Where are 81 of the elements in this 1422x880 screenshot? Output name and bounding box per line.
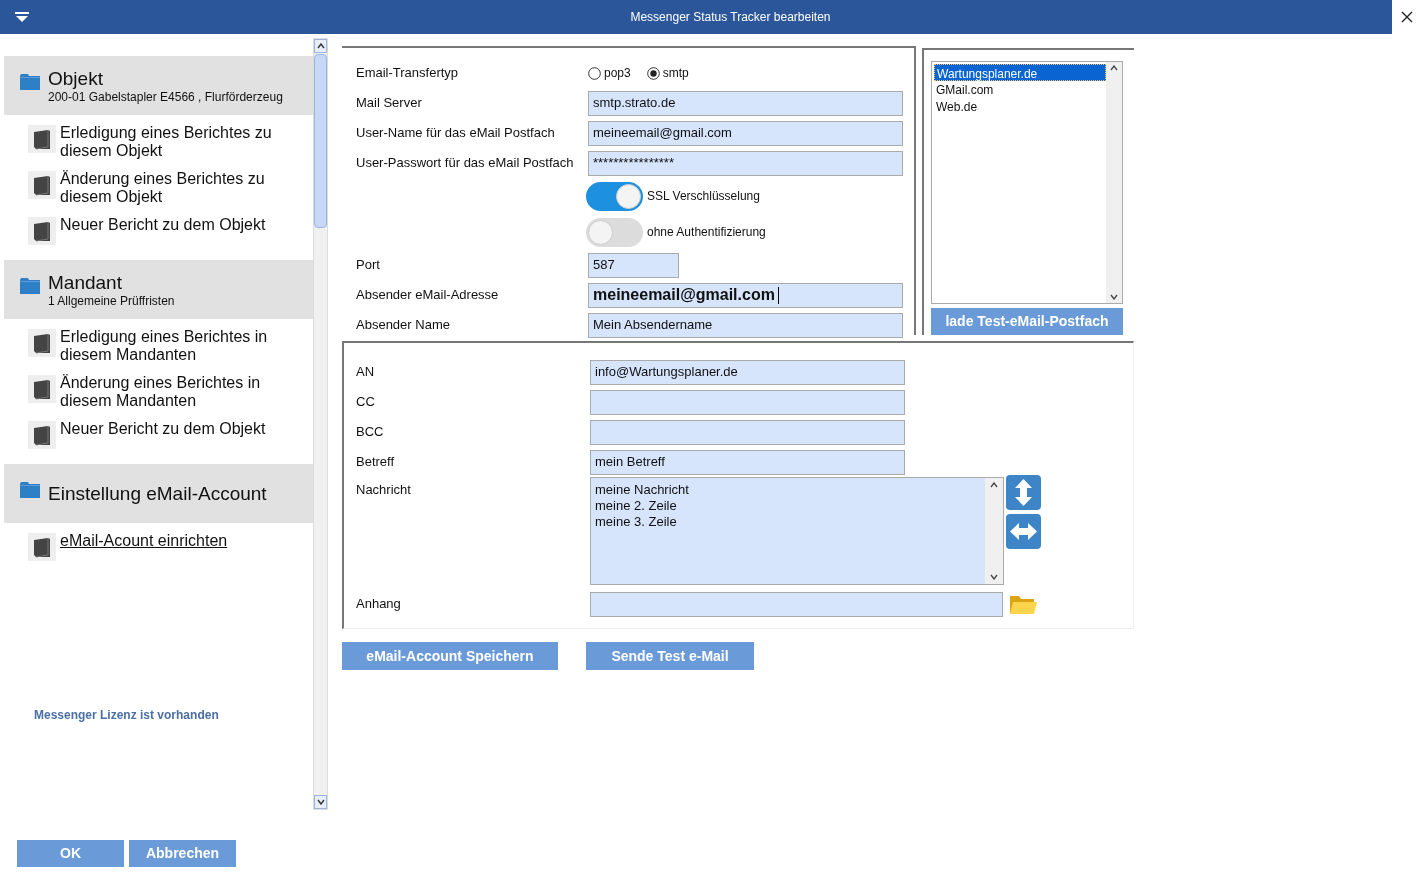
book-icon <box>28 171 56 199</box>
close-icon <box>1401 11 1413 23</box>
input-field[interactable]: meineemail@gmail.com <box>588 282 903 308</box>
scrollbar-thumb[interactable] <box>314 54 327 228</box>
list-item[interactable]: GMail.com <box>934 81 1106 98</box>
vertical-arrow-icon <box>1015 479 1032 506</box>
list-item[interactable]: Web.de <box>934 98 1106 115</box>
toggle-label: ohne Authentifizierung <box>647 224 766 241</box>
menu-item[interactable]: Erledigung eines Berichtes zu diesem Objekt <box>60 124 290 160</box>
input-field[interactable]: smtp.strato.de <box>588 90 903 116</box>
field-label: AN <box>356 364 375 380</box>
input-field[interactable] <box>590 389 905 415</box>
radio-button[interactable]: smtp <box>646 64 689 82</box>
input-field[interactable]: mein Betreff <box>590 449 905 475</box>
section-subtitle: 1 Allgemeine Prüffristen <box>48 293 175 308</box>
book-icon <box>28 421 56 449</box>
menu-item[interactable]: Änderung eines Berichtes zu diesem Objekt <box>60 170 290 206</box>
expand-vertical-button[interactable] <box>1006 475 1041 510</box>
input-field[interactable]: 587 <box>588 252 679 278</box>
radio-icon[interactable] <box>646 66 660 80</box>
menu-item[interactable]: Änderung eines Berichtes in diesem Mandanten <box>60 374 290 410</box>
folder-icon <box>20 482 40 498</box>
scrollbar[interactable] <box>313 38 328 810</box>
field-label: Anhang <box>356 596 401 612</box>
toggle-switch[interactable] <box>586 181 643 211</box>
folder-icon <box>20 74 40 90</box>
close-button[interactable] <box>1392 0 1422 34</box>
toggle-switch[interactable] <box>586 217 643 247</box>
book-icon <box>28 329 56 357</box>
section-header[interactable]: Objekt 200-01 Gabelstapler E4566 , Flurförderzeug <box>4 56 313 115</box>
scroll-up-icon[interactable] <box>316 43 325 49</box>
field-label: CC <box>356 394 375 410</box>
radio-icon[interactable] <box>588 66 601 80</box>
field-label: Mail Server <box>356 95 422 111</box>
book-icon <box>28 375 56 403</box>
book-icon <box>28 533 56 561</box>
section-title: Einstellung eMail-Account <box>48 482 267 505</box>
book-icon <box>28 125 56 153</box>
text-cursor <box>777 286 779 304</box>
horizontal-arrow-icon <box>1010 523 1037 540</box>
section-subtitle: 200-01 Gabelstapler E4566 , Flurförderzeug <box>48 89 283 104</box>
scroll-down-icon[interactable] <box>1110 294 1118 300</box>
field-label: User-Name für das eMail Postfach <box>356 125 555 141</box>
input-field[interactable] <box>590 591 1003 617</box>
scroll-up-icon[interactable] <box>1110 65 1118 71</box>
field-label: Betreff <box>356 454 395 470</box>
scroll-down-icon[interactable] <box>990 574 998 580</box>
message-field[interactable]: meine Nachricht meine 2. Zeile meine 3. Zeile <box>590 477 1004 585</box>
field-label: Absender Name <box>356 317 450 333</box>
field-label: Absender eMail-Adresse <box>356 287 499 303</box>
input-field[interactable]: **************** <box>588 150 903 176</box>
window-title: Messenger Status Tracker bearbeiten <box>630 9 831 26</box>
folder-icon <box>20 278 40 294</box>
section-title: Mandant <box>48 271 123 294</box>
dropdown-icon[interactable] <box>15 12 29 22</box>
field-label: Port <box>356 257 380 273</box>
section-header[interactable]: Mandant 1 Allgemeine Prüffristen <box>4 260 313 319</box>
field-label: BCC <box>356 424 384 440</box>
field-label: Email-Transfertyp <box>356 65 459 81</box>
scroll-down-icon[interactable] <box>316 799 325 805</box>
setup-link[interactable]: eMail-Acount einrichten <box>60 532 290 561</box>
menu-item[interactable]: Neuer Bericht zu dem Objekt <box>60 420 290 449</box>
input-field[interactable]: meineemail@gmail.com <box>588 120 903 146</box>
scroll-up-icon[interactable] <box>990 482 998 488</box>
field-label: Nachricht <box>356 482 411 497</box>
radio-button[interactable]: pop3 <box>588 64 631 82</box>
input-field[interactable] <box>590 419 905 445</box>
folder-icon[interactable] <box>1009 593 1037 615</box>
menu-item[interactable]: Erledigung eines Berichtes in diesem Mandanten <box>60 328 290 364</box>
license-note: Messenger Lizenz ist vorhanden <box>34 707 219 724</box>
field-label: User-Passwort für das eMail Postfach <box>356 155 574 171</box>
provider-list[interactable]: Wartungsplaner.de GMail.com Web.de <box>931 61 1123 304</box>
input-field[interactable]: Mein Absendername <box>588 312 903 338</box>
section-header[interactable]: Einstellung eMail-Account <box>4 464 313 523</box>
section-title: Objekt <box>48 67 104 90</box>
expand-horizontal-button[interactable] <box>1006 514 1041 549</box>
list-item[interactable]: Wartungsplaner.de <box>934 64 1106 81</box>
input-field[interactable]: info@Wartungsplaner.de <box>590 359 905 385</box>
toggle-label: SSL Verschlüsselung <box>647 188 760 205</box>
menu-item[interactable]: Neuer Bericht zu dem Objekt <box>60 216 290 245</box>
book-icon <box>28 217 56 245</box>
